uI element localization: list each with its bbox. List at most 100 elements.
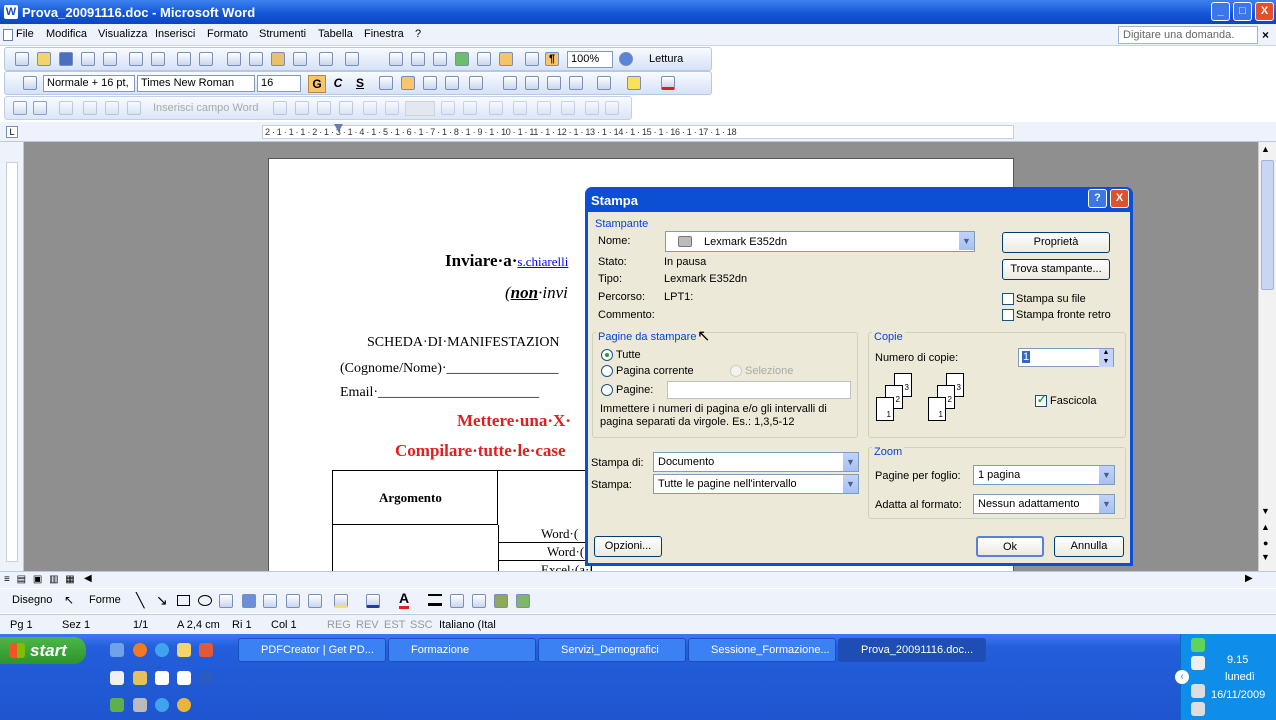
merge-doc-icon[interactable] — [537, 101, 551, 115]
3d-icon[interactable] — [516, 594, 530, 608]
dash-style-icon[interactable] — [450, 594, 464, 608]
ql-desktop-icon[interactable] — [110, 643, 124, 657]
close-button[interactable]: X — [1255, 2, 1274, 21]
menu-strumenti[interactable]: Strumenti — [259, 28, 306, 40]
menu-help[interactable]: ? — [415, 28, 421, 40]
recipients-icon[interactable] — [59, 101, 73, 115]
status-language[interactable]: Italiano (Ital — [439, 619, 496, 631]
task-formazione[interactable]: Formazione — [388, 638, 536, 662]
current-page-label[interactable]: Pagina corrente — [616, 365, 694, 377]
next-page-icon[interactable]: ▼ — [1261, 552, 1270, 562]
ql-icon-11[interactable] — [110, 698, 124, 712]
spin-down-icon[interactable]: ▼ — [1099, 358, 1113, 367]
all-pages-label[interactable]: Tutte — [616, 349, 641, 361]
options-button[interactable]: Opzioni... — [594, 536, 662, 557]
border-icon[interactable] — [597, 76, 611, 90]
scroll-right-icon[interactable]: ▶ — [1245, 573, 1253, 584]
shapes-menu[interactable]: Forme — [89, 594, 121, 606]
scroll-up-icon[interactable]: ▲ — [1261, 144, 1270, 154]
align-right-icon[interactable] — [423, 76, 437, 90]
duplex-label[interactable]: Stampa fronte retro — [1016, 309, 1111, 321]
horizontal-scrollbar[interactable]: ≡ ▤ ▣ ▥ ▦ ◀ ▶ — [0, 571, 1276, 588]
arrow-icon[interactable]: ↘ — [156, 592, 168, 609]
maximize-button[interactable]: □ — [1233, 2, 1252, 21]
task-pdfcreator[interactable]: PDFCreator | Get PD... — [238, 638, 386, 662]
size-select[interactable]: 16 — [257, 75, 301, 92]
rectangle-icon[interactable] — [177, 595, 190, 606]
menu-visualizza[interactable]: Visualizza — [98, 28, 147, 40]
textbox-icon[interactable] — [219, 594, 233, 608]
copies-value[interactable]: 1 — [1022, 351, 1031, 363]
pages-label[interactable]: Pagine: — [616, 384, 653, 396]
spin-up-icon[interactable]: ▲ — [1099, 349, 1113, 358]
spelling-icon[interactable] — [177, 52, 191, 66]
ql-icon-9[interactable] — [177, 671, 191, 685]
status-rec[interactable]: REG — [327, 619, 351, 631]
email-link[interactable]: s.chiarelli — [517, 254, 568, 269]
properties-button[interactable]: Proprietà — [1002, 232, 1110, 253]
font-color-icon[interactable] — [661, 76, 675, 90]
copies-spinner[interactable]: 1 ▲ ▼ — [1018, 348, 1114, 367]
prev-page-icon[interactable]: ▲ — [1261, 522, 1270, 532]
address-block-icon[interactable] — [83, 101, 97, 115]
drawing-icon[interactable] — [499, 52, 513, 66]
pages-radio[interactable] — [601, 384, 613, 396]
collate-checkbox[interactable]: ✓ — [1035, 394, 1047, 407]
font-select[interactable]: Times New Roman — [137, 75, 255, 92]
increase-indent-icon[interactable] — [569, 76, 583, 90]
highlight-fields-icon[interactable] — [295, 101, 309, 115]
menu-modifica[interactable]: Modifica — [46, 28, 87, 40]
ok-button[interactable]: Ok — [976, 536, 1044, 557]
propagate-icon[interactable] — [339, 101, 353, 115]
line-style-icon[interactable] — [428, 594, 442, 606]
record-input[interactable] — [405, 101, 435, 116]
ql-ie-icon[interactable] — [155, 643, 169, 657]
copy-icon[interactable] — [249, 52, 263, 66]
print-icon[interactable] — [129, 52, 143, 66]
doc-map-icon[interactable] — [525, 52, 539, 66]
ql-icon-6[interactable] — [110, 671, 124, 685]
task-servizi[interactable]: Servizi_Demografici — [538, 638, 686, 662]
task-sessione[interactable]: Sessione_Formazione... — [688, 638, 836, 662]
print-to-file-label[interactable]: Stampa su file — [1016, 293, 1086, 305]
tray-network-icon[interactable] — [1191, 638, 1205, 652]
collate-label[interactable]: Fascicola — [1050, 395, 1096, 407]
permission-icon[interactable] — [81, 52, 95, 66]
scale-dropdown-icon[interactable]: ▼ — [1098, 495, 1114, 513]
shadow-icon[interactable] — [494, 594, 508, 608]
pages-per-sheet-dropdown-icon[interactable]: ▼ — [1098, 466, 1114, 484]
underline-button[interactable]: S — [351, 75, 369, 93]
horizontal-ruler[interactable]: L 2 · 1 · 1 · 1 · 2 · 1 · 3 · 1 · 4 · 1 … — [0, 122, 1276, 142]
numbering-icon[interactable] — [503, 76, 517, 90]
line-spacing-icon[interactable] — [469, 76, 483, 90]
printer-name-select[interactable]: Lexmark E352dn ▼ — [665, 231, 975, 252]
open-icon[interactable] — [37, 52, 51, 66]
dialog-close-button[interactable]: X — [1110, 189, 1129, 208]
task-word[interactable]: Prova_20091116.doc... — [838, 638, 986, 662]
print-preview-icon[interactable] — [151, 52, 165, 66]
prev-record-icon[interactable] — [385, 101, 399, 115]
diagram-icon[interactable] — [263, 594, 277, 608]
indent-marker[interactable] — [334, 124, 343, 142]
tray-icon-4[interactable] — [1191, 702, 1205, 716]
start-button[interactable]: start — [0, 637, 86, 664]
status-rev[interactable]: REV — [356, 619, 379, 631]
hyperlink-icon[interactable] — [389, 52, 403, 66]
help-icon[interactable] — [619, 52, 633, 66]
insert-table-icon[interactable] — [433, 52, 447, 66]
menu-finestra[interactable]: Finestra — [364, 28, 404, 40]
dialog-help-button[interactable]: ? — [1088, 189, 1107, 208]
ql-app-icon[interactable] — [199, 643, 213, 657]
duplex-checkbox[interactable] — [1002, 309, 1014, 321]
main-doc-icon[interactable] — [13, 101, 27, 115]
select-objects-icon[interactable]: ↖ — [64, 593, 74, 607]
minimize-button[interactable]: _ — [1211, 2, 1230, 21]
status-ovr[interactable]: SSC — [410, 619, 433, 631]
format-painter-icon[interactable] — [293, 52, 307, 66]
email-icon[interactable] — [103, 52, 117, 66]
align-center-icon[interactable] — [401, 76, 415, 90]
clipart-icon[interactable] — [286, 594, 300, 608]
status-ext[interactable]: EST — [384, 619, 405, 631]
print-what-dropdown-icon[interactable]: ▼ — [842, 453, 858, 471]
ql-icon-8[interactable] — [155, 671, 169, 685]
